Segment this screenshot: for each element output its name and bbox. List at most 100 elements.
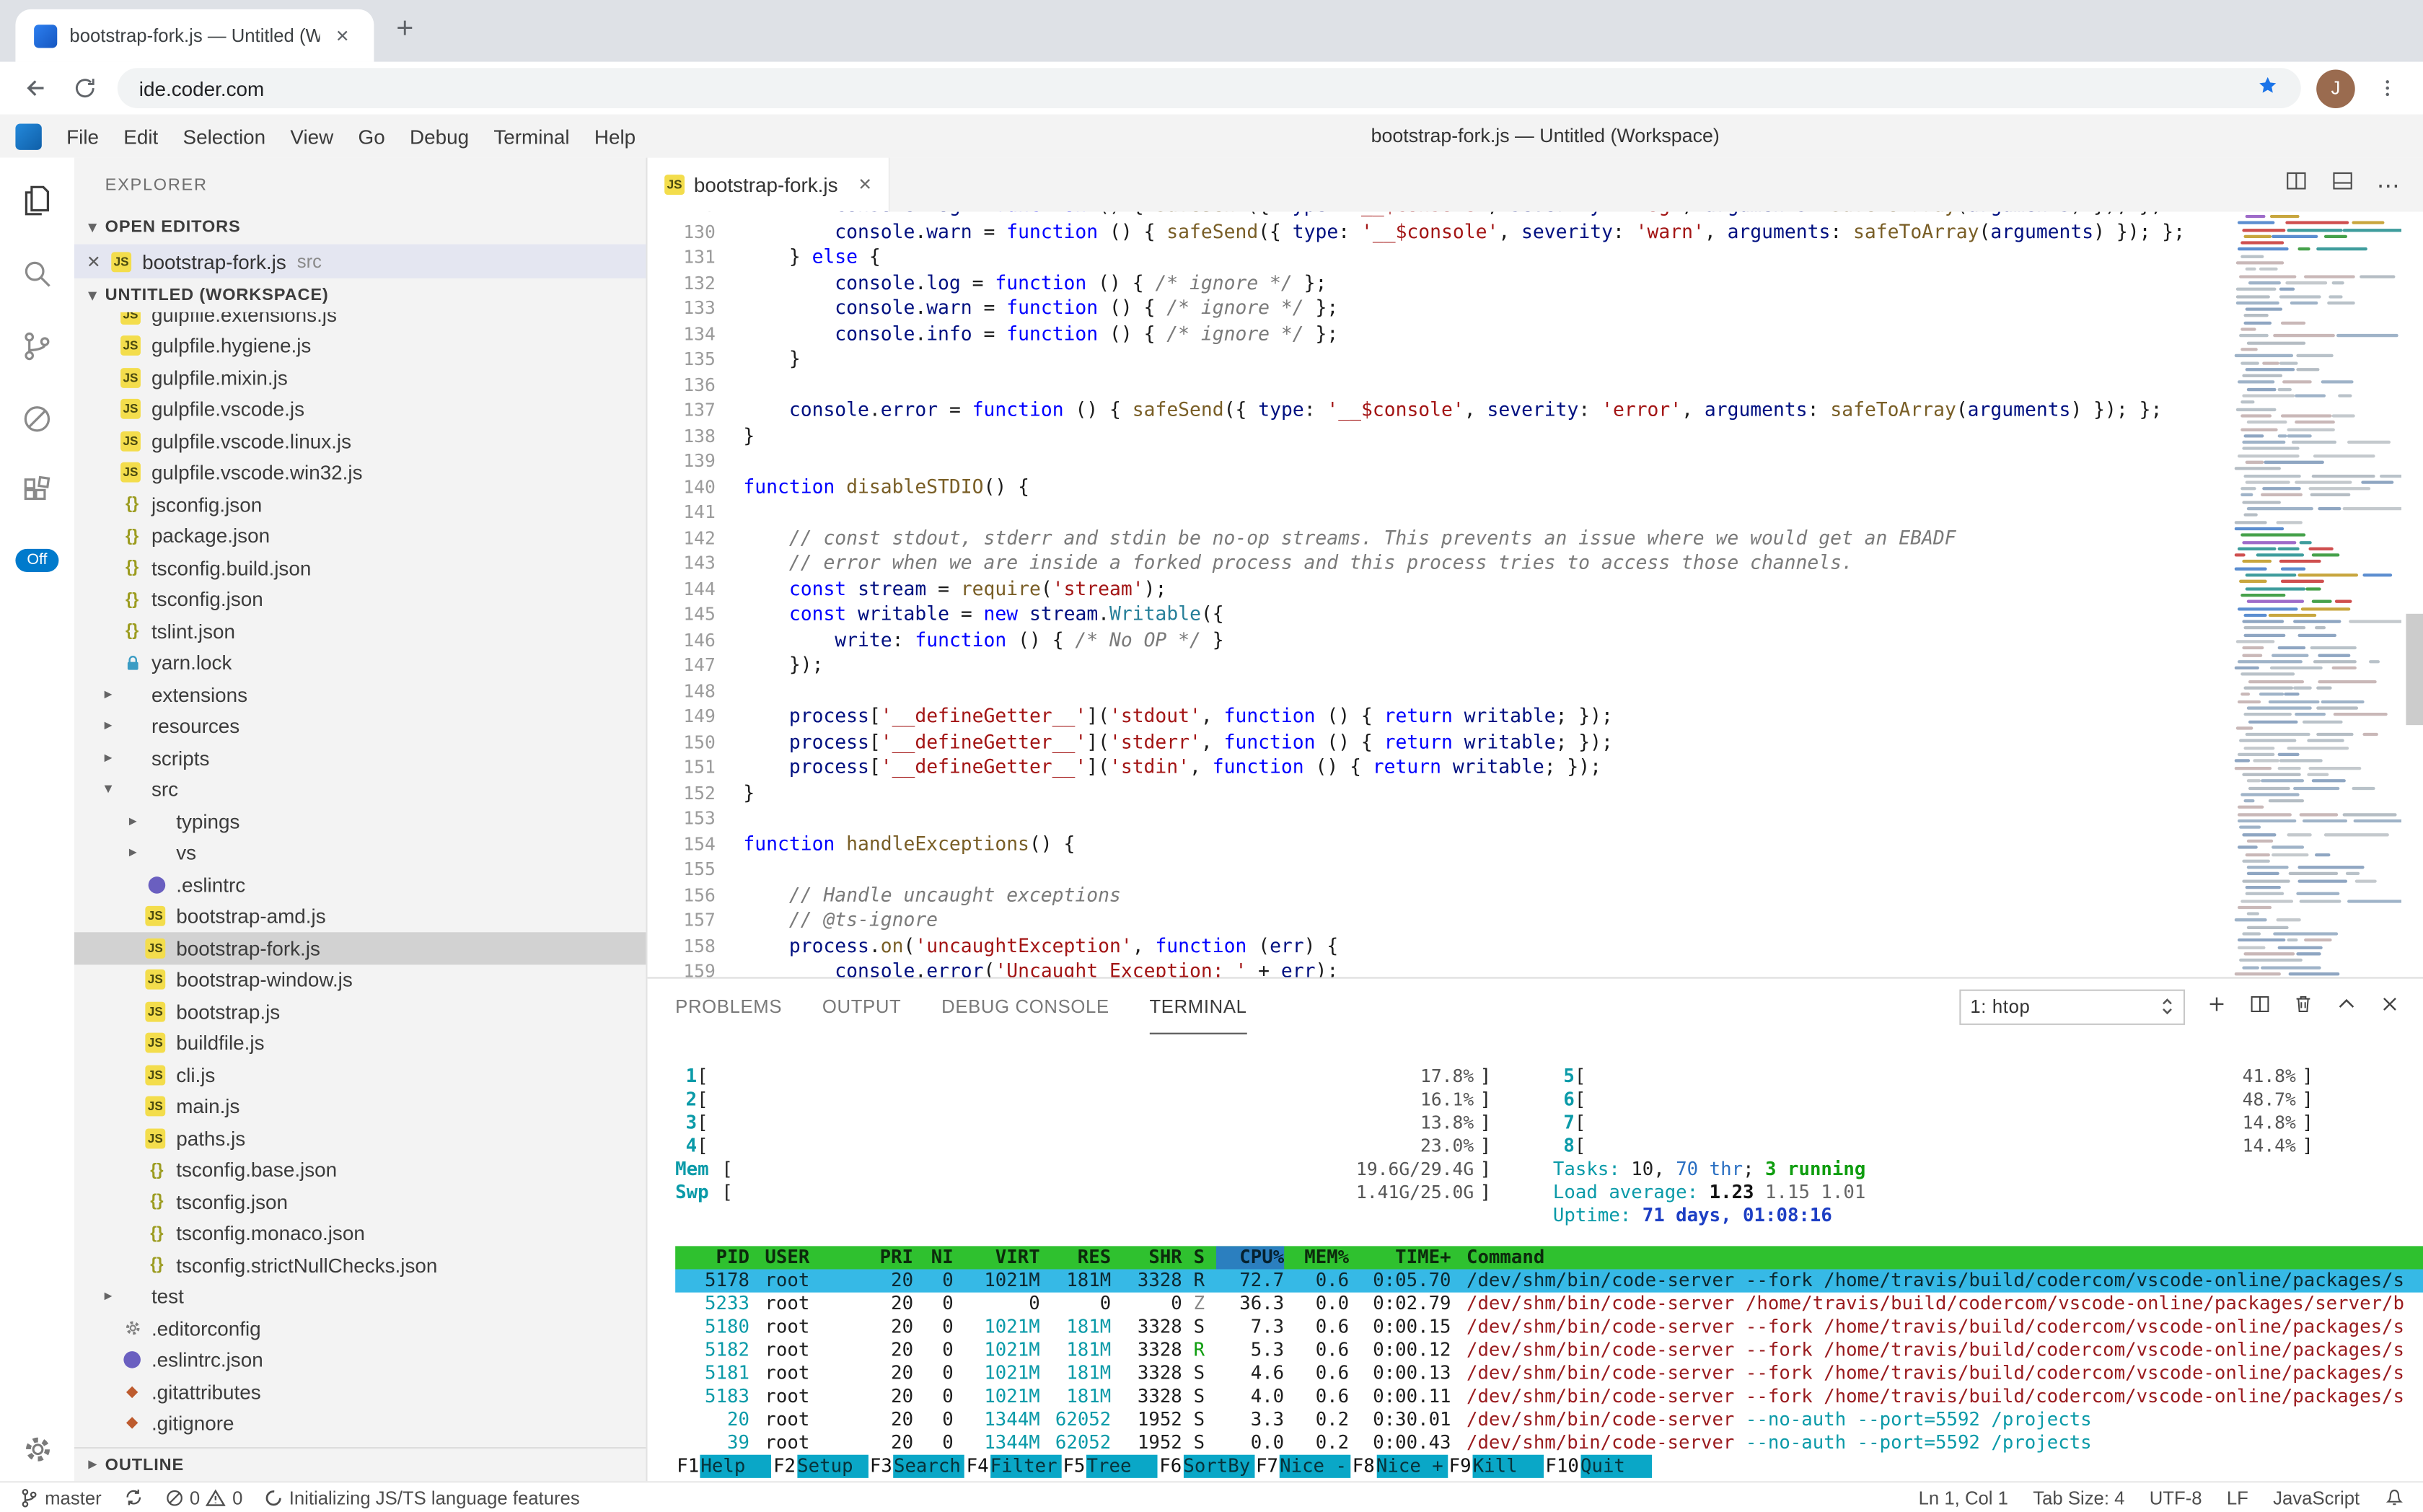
source-control-icon[interactable] (19, 328, 56, 364)
git-branch-item[interactable]: master (19, 1487, 102, 1508)
tree-item-tsconfig.build.json[interactable]: {}tsconfig.build.json (74, 552, 646, 584)
browser-tab[interactable]: bootstrap-fork.js — Untitled (W ✕ (15, 9, 374, 62)
minimap[interactable] (2235, 215, 2401, 977)
menu-go[interactable]: Go (346, 120, 397, 152)
eol[interactable]: LF (2227, 1487, 2248, 1508)
tree-item-vs[interactable]: ▸vs (74, 838, 646, 869)
column-header-pid[interactable]: PID (675, 1246, 749, 1269)
encoding[interactable]: UTF-8 (2150, 1487, 2202, 1508)
tree-item-.gitattributes[interactable]: ◆.gitattributes (74, 1376, 646, 1407)
code-editor[interactable]: 129 console.log = function () { safeSend… (648, 212, 2423, 977)
kill-terminal-icon[interactable] (2292, 993, 2315, 1021)
panel-tab-debug-console[interactable]: DEBUG CONSOLE (941, 979, 1109, 1034)
chevron-down-icon[interactable]: ▾ (96, 781, 120, 799)
tab-size[interactable]: Tab Size: 4 (2033, 1487, 2124, 1508)
split-editor-icon[interactable] (2284, 169, 2308, 201)
tree-item-test[interactable]: ▸test (74, 1281, 646, 1313)
menu-file[interactable]: File (54, 120, 111, 152)
chevron-right-icon[interactable]: ▸ (96, 750, 120, 767)
editor-scrollbar[interactable] (2406, 614, 2423, 725)
fkey-f2[interactable]: F2 (772, 1455, 797, 1478)
fkey-action-kill[interactable]: Kill (1473, 1455, 1544, 1478)
panel-tab-terminal[interactable]: TERMINAL (1149, 979, 1246, 1034)
column-header-pri[interactable]: PRI (858, 1246, 913, 1269)
tree-item-resources[interactable]: ▸resources (74, 711, 646, 742)
tab-close-icon[interactable]: ✕ (858, 175, 872, 195)
tree-item-.gitignore[interactable]: ◆.gitignore (74, 1407, 646, 1439)
menu-help[interactable]: Help (582, 120, 648, 152)
panel-tab-problems[interactable]: PROBLEMS (675, 979, 782, 1034)
fkey-f4[interactable]: F4 (965, 1455, 990, 1478)
layout-icon[interactable] (2330, 169, 2354, 201)
tree-item-yarn.lock[interactable]: yarn.lock (74, 647, 646, 679)
process-row-5183[interactable]: 5183root2001021M181M3328S4.00.60:00.11/d… (675, 1385, 2423, 1408)
tree-item-bootstrap-amd.js[interactable]: JSbootstrap-amd.js (74, 900, 646, 932)
outline-header[interactable]: ▸ OUTLINE (74, 1447, 646, 1481)
chevron-right-icon[interactable]: ▸ (120, 845, 145, 862)
tree-item-tsconfig.json[interactable]: {}tsconfig.json (74, 1186, 646, 1218)
tree-item-gulpfile.vscode.js[interactable]: JSgulpfile.vscode.js (74, 393, 646, 425)
tree-item-cli.js[interactable]: JScli.js (74, 1059, 646, 1091)
fkey-f10[interactable]: F10 (1544, 1455, 1580, 1478)
fkey-action-tree[interactable]: Tree (1087, 1455, 1158, 1478)
language-mode[interactable]: JavaScript (2273, 1487, 2360, 1508)
process-row-5233[interactable]: 5233root200000Z36.30.00:02.79/dev/shm/bi… (675, 1293, 2423, 1316)
chevron-right-icon[interactable]: ▸ (96, 718, 120, 735)
terminal-select[interactable]: 1: htop (1959, 989, 2185, 1024)
chevron-right-icon[interactable]: ▸ (96, 686, 120, 703)
editor-tab[interactable]: JS bootstrap-fork.js ✕ (648, 158, 891, 212)
column-header-cpu[interactable]: CPU% (1216, 1246, 1284, 1269)
tree-item-buildfile.js[interactable]: JSbuildfile.js (74, 1027, 646, 1059)
settings-gear-icon[interactable] (0, 1433, 74, 1466)
panel-tab-output[interactable]: OUTPUT (822, 979, 902, 1034)
fkey-f9[interactable]: F9 (1447, 1455, 1472, 1478)
fkey-action-nice[interactable]: Nice + (1376, 1455, 1448, 1478)
tree-item-main.js[interactable]: JSmain.js (74, 1091, 646, 1122)
tree-item-tsconfig.strictNullChecks.json[interactable]: {}tsconfig.strictNullChecks.json (74, 1249, 646, 1281)
fkey-f8[interactable]: F8 (1351, 1455, 1376, 1478)
close-icon[interactable]: ✕ (87, 251, 111, 271)
fkey-action-search[interactable]: Search (894, 1455, 965, 1478)
process-row-39[interactable]: 39root2001344M620521952S0.00.20:00.43/de… (675, 1432, 2423, 1455)
open-editor-item[interactable]: ✕ JS bootstrap-fork.js src (74, 245, 646, 278)
process-row-5182[interactable]: 5182root2001021M181M3328R5.30.60:00.12/d… (675, 1339, 2423, 1362)
reload-icon[interactable] (68, 71, 102, 105)
chevron-right-icon[interactable]: ▸ (120, 813, 145, 830)
tree-item-tslint.json[interactable]: {}tslint.json (74, 615, 646, 647)
menu-edit[interactable]: Edit (111, 120, 170, 152)
tree-item-.eslintrc.json[interactable]: .eslintrc.json (74, 1344, 646, 1376)
column-header-time+[interactable]: TIME+ (1349, 1246, 1451, 1269)
avatar[interactable]: J (2316, 69, 2355, 107)
close-panel-icon[interactable] (2378, 993, 2401, 1021)
tree-item-gulpfile.vscode.win32.js[interactable]: JSgulpfile.vscode.win32.js (74, 457, 646, 488)
tree-item-gulpfile.mixin.js[interactable]: JSgulpfile.mixin.js (74, 361, 646, 393)
menu-view[interactable]: View (278, 120, 346, 152)
tree-item-src[interactable]: ▾src (74, 774, 646, 806)
menu-selection[interactable]: Selection (170, 120, 278, 152)
tree-item-extensions[interactable]: ▸extensions (74, 679, 646, 711)
tree-item-tsconfig.monaco.json[interactable]: {}tsconfig.monaco.json (74, 1218, 646, 1249)
back-icon[interactable] (19, 71, 53, 105)
tree-item-jsconfig.json[interactable]: {}jsconfig.json (74, 488, 646, 520)
browser-menu-icon[interactable] (2370, 71, 2404, 105)
workspace-header[interactable]: ▾ UNTITLED (WORKSPACE) (74, 278, 646, 312)
tree-item-bootstrap-fork.js[interactable]: JSbootstrap-fork.js (74, 932, 646, 964)
new-tab-button[interactable] (392, 15, 417, 48)
explorer-icon[interactable] (19, 183, 56, 219)
fkey-f1[interactable]: F1 (675, 1455, 700, 1478)
bookmark-star-icon[interactable] (2256, 74, 2279, 102)
column-header-res[interactable]: RES (1040, 1246, 1112, 1269)
sync-icon[interactable] (123, 1487, 144, 1508)
fkey-action-filter[interactable]: Filter (990, 1455, 1062, 1478)
notifications-bell-icon[interactable] (2384, 1487, 2404, 1508)
tree-item-gulpfile.extensions.js[interactable]: JSgulpfile.extensions.js (74, 312, 646, 330)
address-bar[interactable]: ide.coder.com (118, 68, 2301, 108)
maximize-panel-icon[interactable] (2335, 993, 2358, 1021)
open-editors-header[interactable]: ▾ OPEN EDITORS (74, 210, 646, 244)
more-actions-icon[interactable]: ⋯ (2377, 171, 2401, 199)
column-header-ni[interactable]: NI (913, 1246, 954, 1269)
process-row-5181[interactable]: 5181root2001021M181M3328S4.60.60:00.13/d… (675, 1362, 2423, 1385)
blocked-circle-icon[interactable] (19, 400, 56, 437)
tree-item-tsconfig.json[interactable]: {}tsconfig.json (74, 584, 646, 615)
process-row-20[interactable]: 20root2001344M620521952S3.30.20:30.01/de… (675, 1408, 2423, 1431)
